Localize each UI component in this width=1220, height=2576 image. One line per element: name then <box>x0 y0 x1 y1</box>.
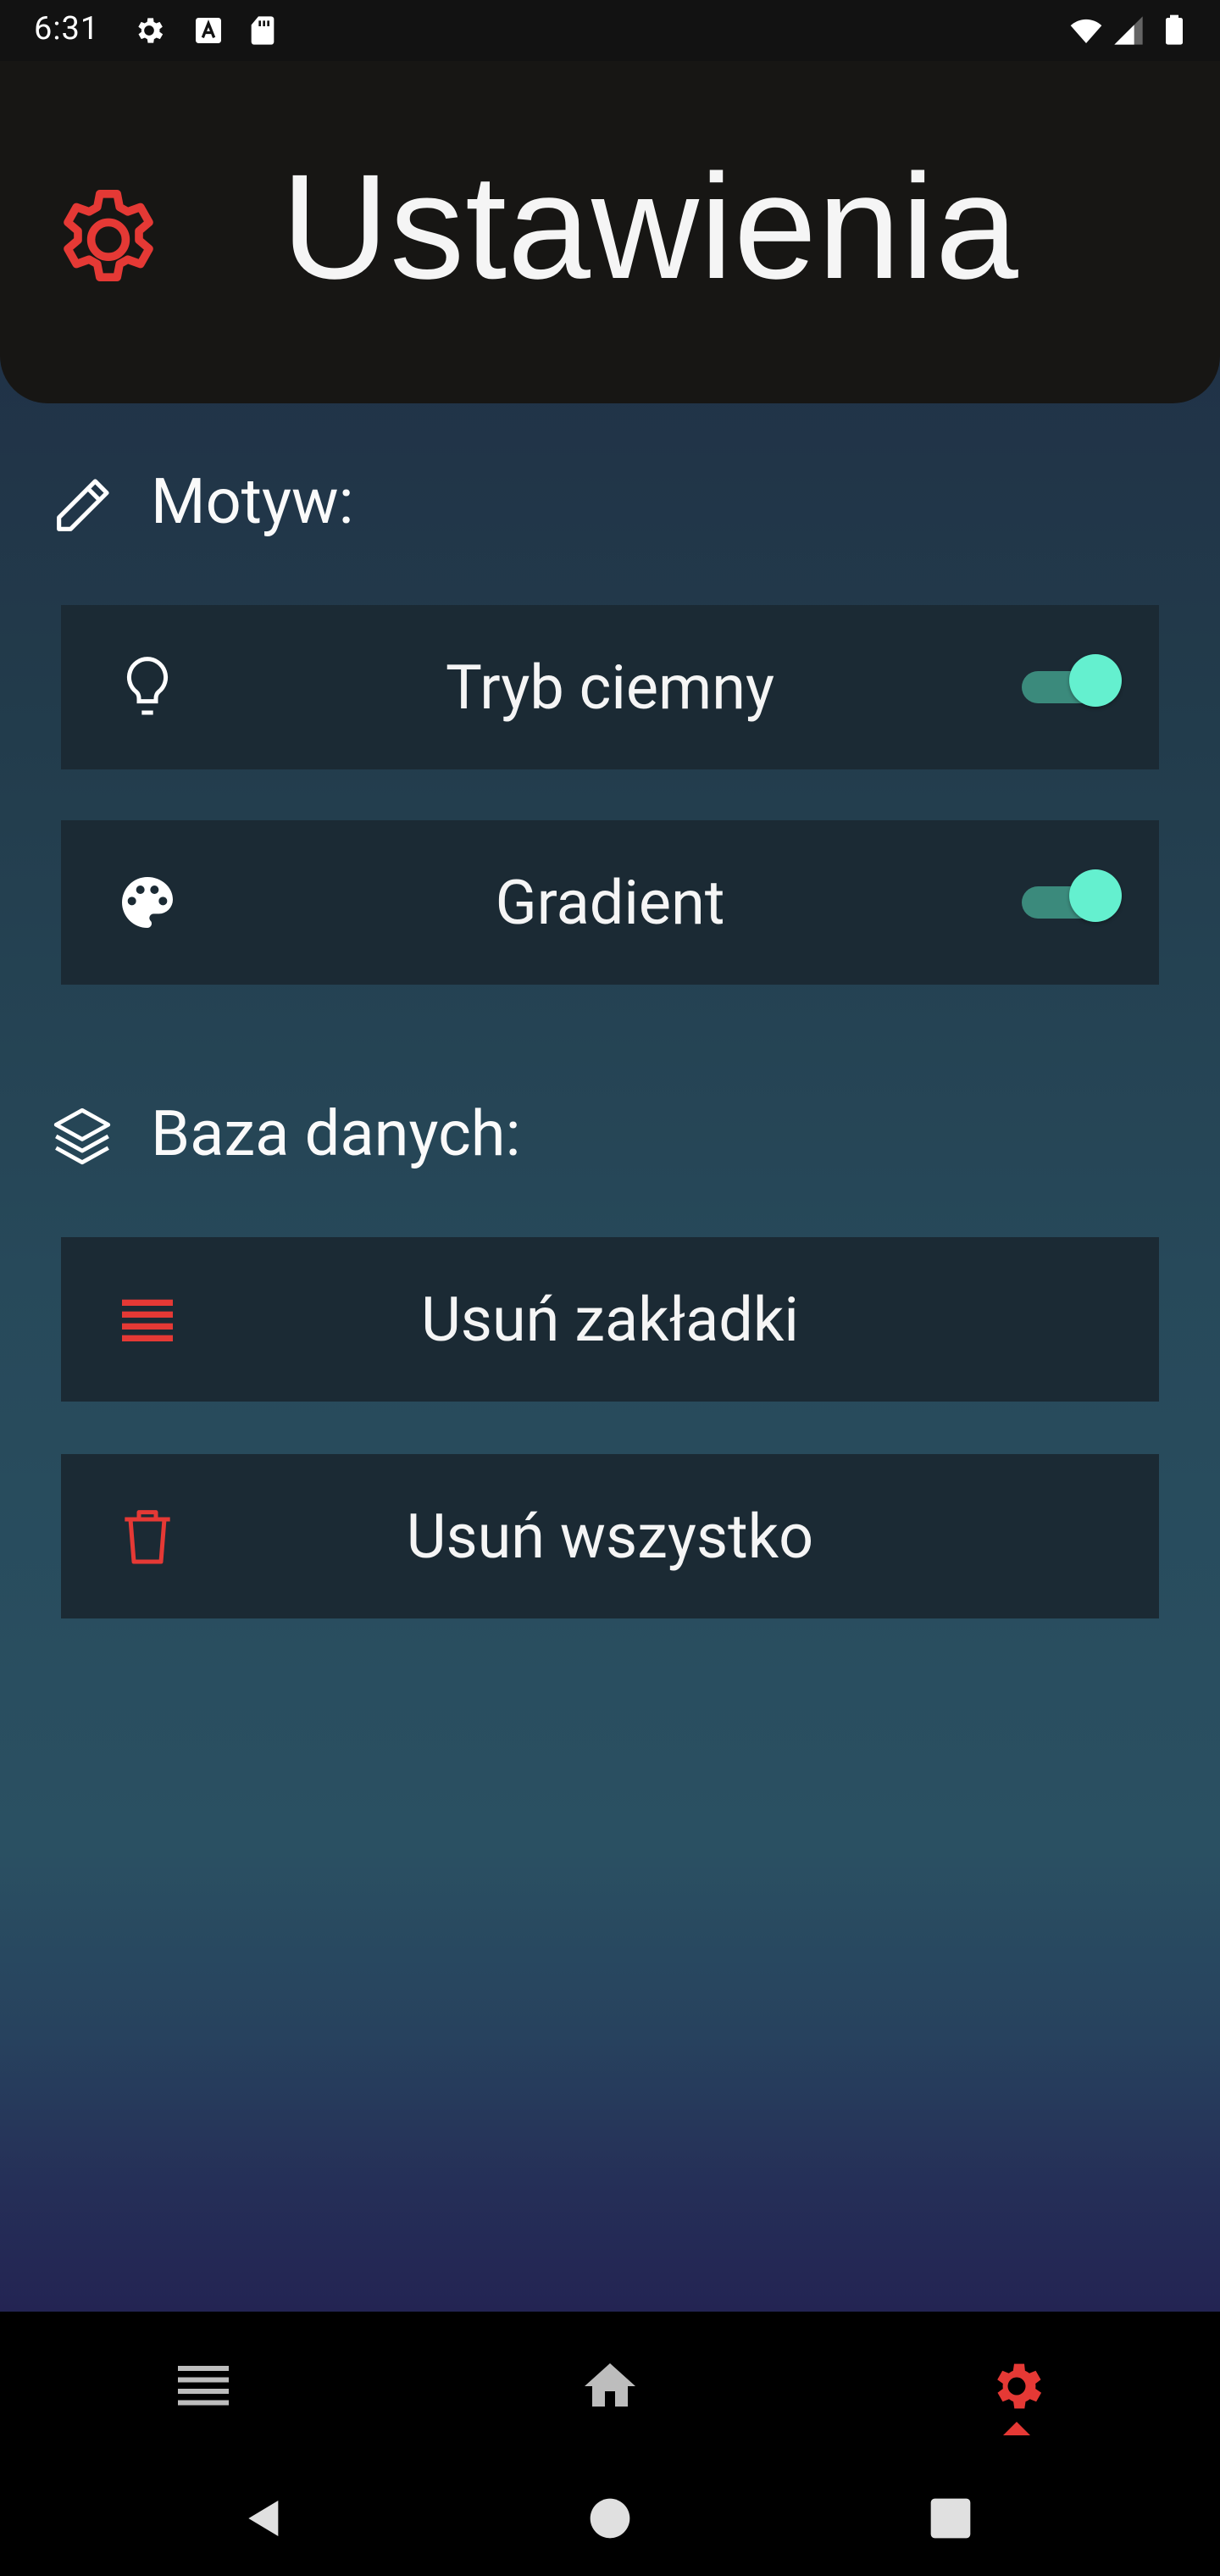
page-title: Ustawienia <box>281 144 1019 310</box>
gradient-card[interactable]: Gradient <box>61 820 1159 985</box>
battery-icon <box>1166 14 1183 45</box>
toggle-knob <box>1069 869 1122 922</box>
dark-mode-label: Tryb ciemny <box>445 651 775 724</box>
status-bar: 6:31 <box>0 0 1220 61</box>
delete-bookmarks-label: Usuń zakładki <box>421 1283 799 1356</box>
dark-mode-card[interactable]: Tryb ciemny <box>61 605 1159 769</box>
nav-list-icon[interactable] <box>173 2356 234 2417</box>
pencil-icon <box>57 479 109 531</box>
gradient-toggle[interactable] <box>1022 868 1123 935</box>
active-indicator-icon <box>1003 2422 1030 2435</box>
back-icon[interactable] <box>241 2495 288 2542</box>
home-circle-icon[interactable] <box>586 2495 634 2542</box>
section-title-theme: Motyw: <box>151 465 354 539</box>
nav-settings-icon[interactable] <box>986 2356 1047 2417</box>
toggle-knob <box>1069 654 1122 707</box>
status-time: 6:31 <box>34 10 100 47</box>
nav-home-icon[interactable] <box>580 2356 640 2417</box>
settings-header: Ustawienia <box>0 61 1220 403</box>
sd-card-icon <box>251 16 274 45</box>
delete-bookmarks-button[interactable]: Usuń zakładki <box>61 1237 1159 1402</box>
settings-icon <box>138 18 164 43</box>
gradient-label: Gradient <box>495 866 725 939</box>
recents-icon[interactable] <box>927 2495 974 2542</box>
dark-mode-toggle[interactable] <box>1022 652 1123 720</box>
bottom-navigation <box>0 2312 1220 2461</box>
wifi-icon <box>1070 19 1102 43</box>
delete-all-button[interactable]: Usuń wszystko <box>61 1454 1159 1618</box>
gear-icon <box>64 190 153 281</box>
system-navigation-bar <box>0 2461 1220 2576</box>
a-icon <box>196 18 221 43</box>
section-title-database: Baza danych: <box>151 1097 521 1171</box>
layers-icon <box>53 1108 111 1165</box>
delete-all-label: Usuń wszystko <box>406 1500 814 1573</box>
signal-icon <box>1114 16 1143 45</box>
